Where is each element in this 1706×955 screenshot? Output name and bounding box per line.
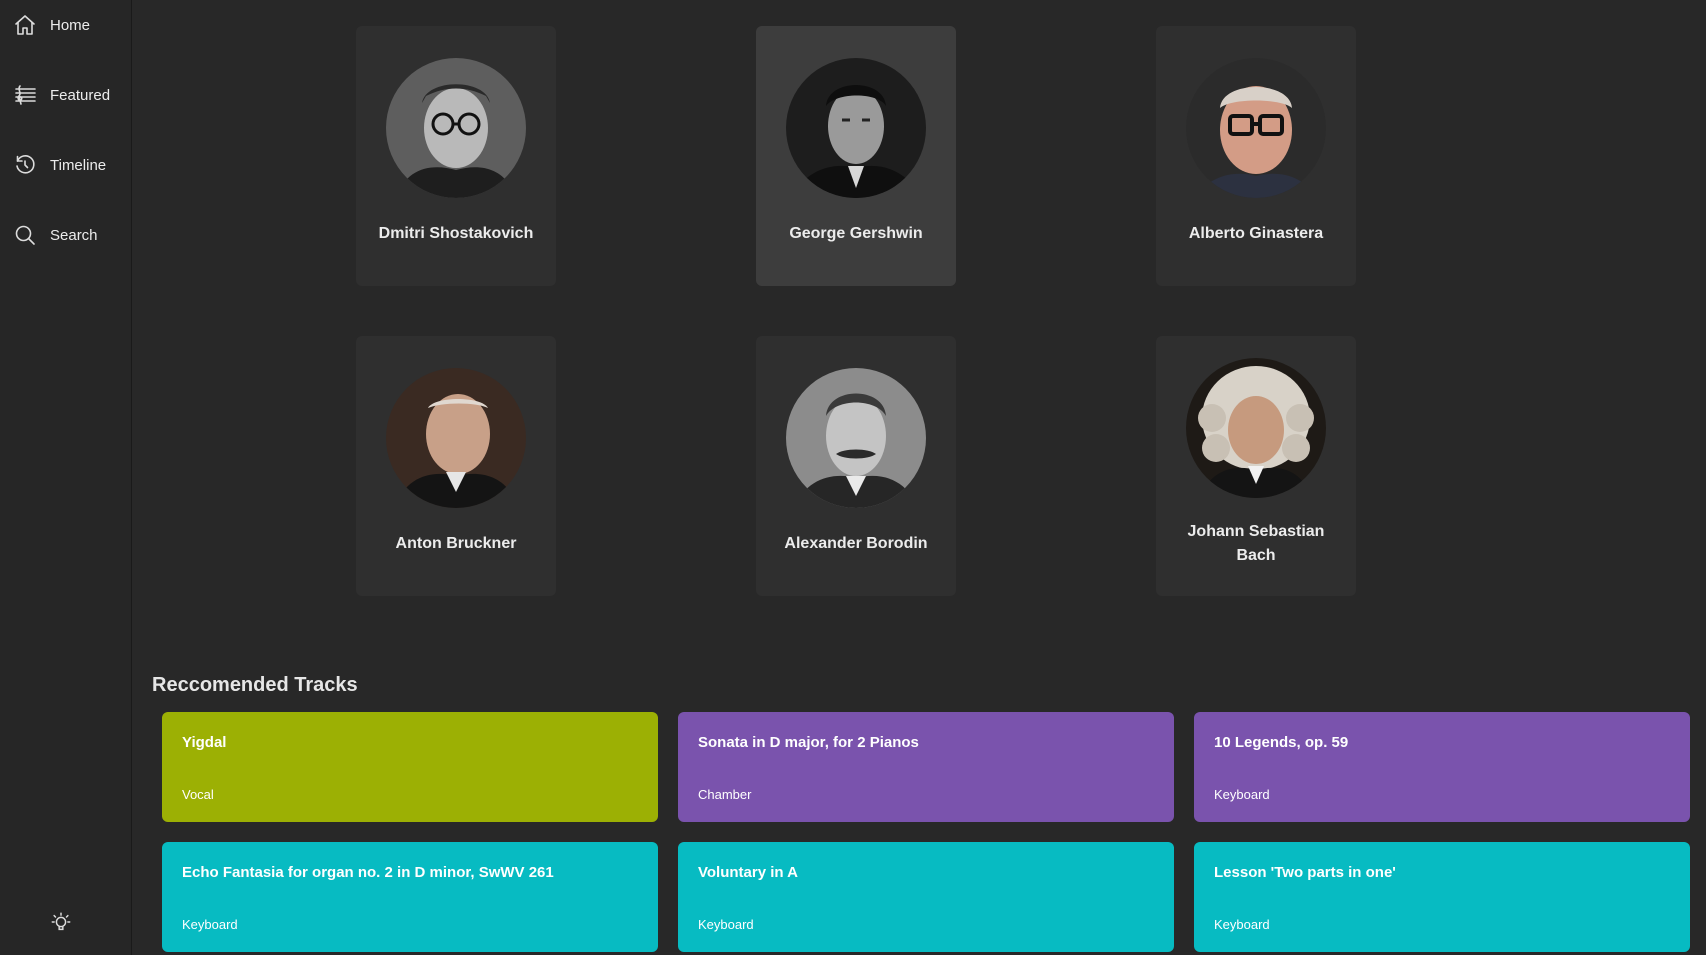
track-genre: Keyboard xyxy=(1214,917,1270,932)
composer-card[interactable]: Anton Bruckner xyxy=(356,336,556,596)
nav-item-timeline[interactable]: Timeline xyxy=(12,145,124,185)
track-genre: Keyboard xyxy=(698,917,754,932)
composer-card[interactable]: Alexander Borodin xyxy=(756,336,956,596)
composer-name: Alberto Ginastera xyxy=(1188,225,1324,242)
track-title: Lesson 'Two parts in one' xyxy=(1214,864,1396,881)
track-genre: Keyboard xyxy=(1214,787,1270,802)
music-staff-icon xyxy=(12,82,38,108)
nav-item-search[interactable]: Search xyxy=(12,215,124,255)
track-genre: Keyboard xyxy=(182,917,238,932)
composer-name: Alexander Borodin xyxy=(784,535,928,552)
composer-portrait xyxy=(786,58,926,198)
composer-portrait xyxy=(786,368,926,508)
nav-item-label: Featured xyxy=(50,86,111,104)
section-title-recommended: Reccomended Tracks xyxy=(152,674,358,696)
track-genre: Chamber xyxy=(698,787,752,802)
composer-name: Anton Bruckner xyxy=(395,535,517,552)
track-card[interactable]: Yigdal Vocal xyxy=(162,712,658,822)
nav-item-label: Home xyxy=(50,16,91,34)
nav-item-label: Timeline xyxy=(50,156,107,174)
composer-card[interactable]: Dmitri Shostakovich xyxy=(356,26,556,286)
composer-portrait xyxy=(1186,58,1326,198)
nav-item-label: Search xyxy=(50,226,98,244)
track-card[interactable]: Echo Fantasia for organ no. 2 in D minor… xyxy=(162,842,658,952)
history-icon xyxy=(12,152,38,178)
track-title: Yigdal xyxy=(182,734,227,751)
track-card[interactable]: Sonata in D major, for 2 Pianos Chamber xyxy=(678,712,1174,822)
composer-card[interactable]: George Gershwin xyxy=(756,26,956,286)
composer-name: George Gershwin xyxy=(789,225,923,242)
composer-name: Dmitri Shostakovich xyxy=(378,225,534,242)
nav-item-featured[interactable]: Featured xyxy=(12,75,124,115)
composer-card[interactable]: Alberto Ginastera xyxy=(1156,26,1356,286)
search-icon xyxy=(12,222,38,248)
track-card[interactable]: Lesson 'Two parts in one' Keyboard xyxy=(1194,842,1690,952)
sidebar: Home Featured Timeline Search xyxy=(0,0,132,955)
lightbulb-icon xyxy=(50,911,72,938)
theme-toggle-button[interactable] xyxy=(48,911,74,937)
composer-portrait xyxy=(386,58,526,198)
home-icon xyxy=(12,12,38,38)
track-title: Echo Fantasia for organ no. 2 in D minor… xyxy=(182,864,554,881)
track-card[interactable]: Voluntary in A Keyboard xyxy=(678,842,1174,952)
nav-item-home[interactable]: Home xyxy=(12,5,124,45)
composer-card[interactable]: Johann Sebastian Bach xyxy=(1156,336,1356,596)
track-genre: Vocal xyxy=(182,787,214,802)
composer-portrait xyxy=(1186,358,1326,498)
composer-name: Johann Sebastian Bach xyxy=(1187,523,1325,564)
track-card[interactable]: 10 Legends, op. 59 Keyboard xyxy=(1194,712,1690,822)
app-root: Home Featured Timeline Search Dmitri Sho… xyxy=(0,0,1706,955)
track-title: Voluntary in A xyxy=(698,864,799,881)
track-title: Sonata in D major, for 2 Pianos xyxy=(698,734,919,751)
composer-portrait xyxy=(386,368,526,508)
track-title: 10 Legends, op. 59 xyxy=(1214,734,1349,751)
